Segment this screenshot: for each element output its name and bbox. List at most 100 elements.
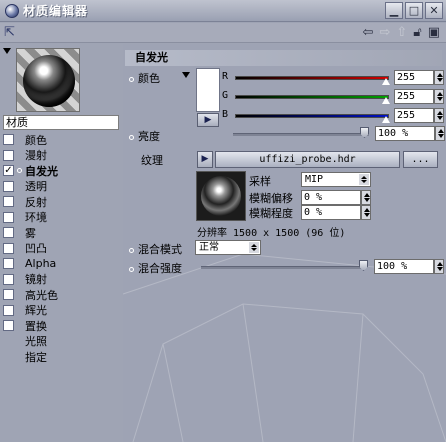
channel-active-dot [17, 261, 22, 266]
mix-mode-dropdown-arrow-icon [249, 242, 259, 253]
channel-checkbox[interactable] [3, 320, 14, 332]
rgb-slider-thumb[interactable] [382, 97, 390, 104]
color-expand-button[interactable]: ▶ [197, 113, 219, 127]
channel-item[interactable]: 凹凸 [3, 241, 58, 257]
channel-checkbox[interactable] [3, 134, 14, 146]
close-button[interactable]: ✕ [425, 2, 443, 19]
pick-icon[interactable]: ⇱ [4, 25, 15, 40]
lock-icon[interactable]: 🔓︎ [413, 25, 421, 40]
channel-checkbox[interactable] [3, 211, 14, 223]
channel-item[interactable]: ✓ 自发光 [3, 163, 58, 179]
color-menu-arrow-icon[interactable] [182, 72, 190, 78]
channel-item[interactable]: 置换 [3, 318, 58, 334]
texture-browse-button[interactable]: ... [403, 151, 438, 168]
brightness-stepper[interactable] [435, 126, 445, 141]
rgb-slider-thumb[interactable] [382, 78, 390, 85]
channel-label: 雾 [25, 226, 36, 240]
channel-checkbox[interactable] [3, 242, 14, 254]
window-title: 材质编辑器 [23, 4, 89, 18]
mix-mode-value: 正常 [199, 242, 219, 253]
channel-item[interactable]: 透明 [3, 179, 58, 195]
rgb-value-input[interactable]: 255 [394, 70, 434, 85]
channel-item[interactable]: 雾 [3, 225, 58, 241]
new-panel-icon[interactable]: ▣ [428, 25, 440, 40]
blur-scale-stepper[interactable] [361, 205, 371, 220]
rgb-value-stepper[interactable] [434, 70, 444, 85]
material-preview[interactable] [16, 48, 80, 112]
rgb-slider-track[interactable] [235, 95, 389, 99]
channel-checkbox[interactable] [3, 304, 14, 316]
rgb-slider-track[interactable] [235, 114, 389, 118]
channel-item[interactable]: 光照 [3, 334, 58, 350]
blur-offset-input[interactable]: 0 % [301, 190, 361, 205]
texture-preview-sphere [201, 176, 241, 216]
rgb-slider-thumb[interactable] [382, 116, 390, 123]
rgb-channel-letter: R [222, 71, 229, 82]
rgb-slider-track[interactable] [235, 76, 389, 80]
channel-active-dot [17, 184, 22, 189]
channel-label: 凹凸 [25, 242, 47, 256]
channel-checkbox-placeholder [3, 351, 14, 362]
minimize-button[interactable]: ▁ [385, 2, 403, 19]
channel-label: 高光色 [25, 288, 58, 302]
channel-label: 漫射 [25, 149, 47, 163]
mix-strength-slider-thumb[interactable] [359, 260, 368, 271]
channel-item[interactable]: 辉光 [3, 303, 58, 319]
mix-strength-slider-track[interactable] [201, 266, 365, 269]
channel-active-dot [17, 230, 22, 235]
channel-checkbox[interactable] [3, 196, 14, 208]
channel-checkbox[interactable] [3, 149, 14, 161]
channel-checkbox[interactable] [3, 273, 14, 285]
rgb-channel-letter: B [222, 109, 229, 120]
back-arrow-icon[interactable]: ⇦ [363, 25, 374, 40]
texture-file-button[interactable]: uffizi_probe.hdr [215, 151, 400, 168]
channel-checkbox[interactable] [3, 227, 14, 239]
rgb-value-input[interactable]: 255 [394, 89, 434, 104]
app-icon [5, 3, 19, 18]
channel-item[interactable]: 反射 [3, 194, 58, 210]
rgb-channel-letter: G [222, 90, 229, 101]
mix-strength-stepper[interactable] [434, 259, 444, 274]
channel-checkbox[interactable] [3, 289, 14, 301]
rgb-value-input[interactable]: 255 [394, 108, 434, 123]
brightness-slider-track[interactable] [233, 133, 369, 136]
channel-checkbox[interactable] [3, 180, 14, 192]
mix-mode-dropdown[interactable]: 正常 [195, 240, 261, 255]
color-label: 颜色 [129, 70, 160, 86]
channel-item[interactable]: 环境 [3, 210, 58, 226]
channel-item[interactable]: Alpha [3, 256, 58, 272]
rgb-value-stepper[interactable] [434, 108, 444, 123]
channel-label: 透明 [25, 180, 47, 194]
forward-arrow-icon[interactable]: ⇨ [379, 25, 390, 40]
material-name-field[interactable]: 材质 [3, 115, 119, 130]
channel-item[interactable]: 漫射 [3, 148, 58, 164]
channel-list: 颜色 漫射 ✓ 自发光透明 反射 环境雾凹凸 Alpha 镜射 高光色 辉光 置换 光照 指定 [3, 132, 58, 365]
properties-panel: 自发光 颜色 ▶ 亮度 100 % 纹理 ▶ uffizi_probe.hdr … [123, 44, 446, 442]
channel-label: 自发光 [25, 164, 58, 178]
rgb-value-stepper[interactable] [434, 89, 444, 104]
texture-menu-button[interactable]: ▶ [197, 151, 213, 168]
channel-item[interactable]: 高光色 [3, 287, 58, 303]
brightness-slider-thumb[interactable] [360, 127, 369, 138]
blur-scale-input[interactable]: 0 % [301, 205, 361, 220]
color-swatch[interactable] [196, 68, 220, 112]
preview-menu-arrow-icon[interactable] [3, 48, 11, 54]
channel-label: 环境 [25, 211, 47, 225]
channel-active-dot [17, 339, 22, 344]
up-arrow-icon[interactable]: ⇧ [396, 25, 407, 40]
channel-item[interactable]: 镜射 [3, 272, 58, 288]
channel-label: Alpha [25, 257, 57, 271]
sampling-dropdown-arrow-icon [359, 174, 369, 185]
toolbar: ⇱ ⇦ ⇨ ⇧ 🔓︎ ▣ [0, 23, 446, 43]
maximize-button[interactable]: □ [405, 2, 423, 19]
channel-item[interactable]: 颜色 [3, 132, 58, 148]
channel-checkbox[interactable] [3, 258, 14, 270]
sampling-value: MIP [305, 174, 324, 185]
channel-checkbox[interactable]: ✓ [3, 165, 14, 177]
brightness-input[interactable]: 100 % [375, 126, 435, 141]
sampling-label: 采样 [249, 175, 271, 188]
channel-item[interactable]: 指定 [3, 349, 58, 365]
blur-offset-stepper[interactable] [361, 190, 371, 205]
sampling-dropdown[interactable]: MIP [301, 172, 371, 187]
mix-strength-input[interactable]: 100 % [374, 259, 434, 274]
